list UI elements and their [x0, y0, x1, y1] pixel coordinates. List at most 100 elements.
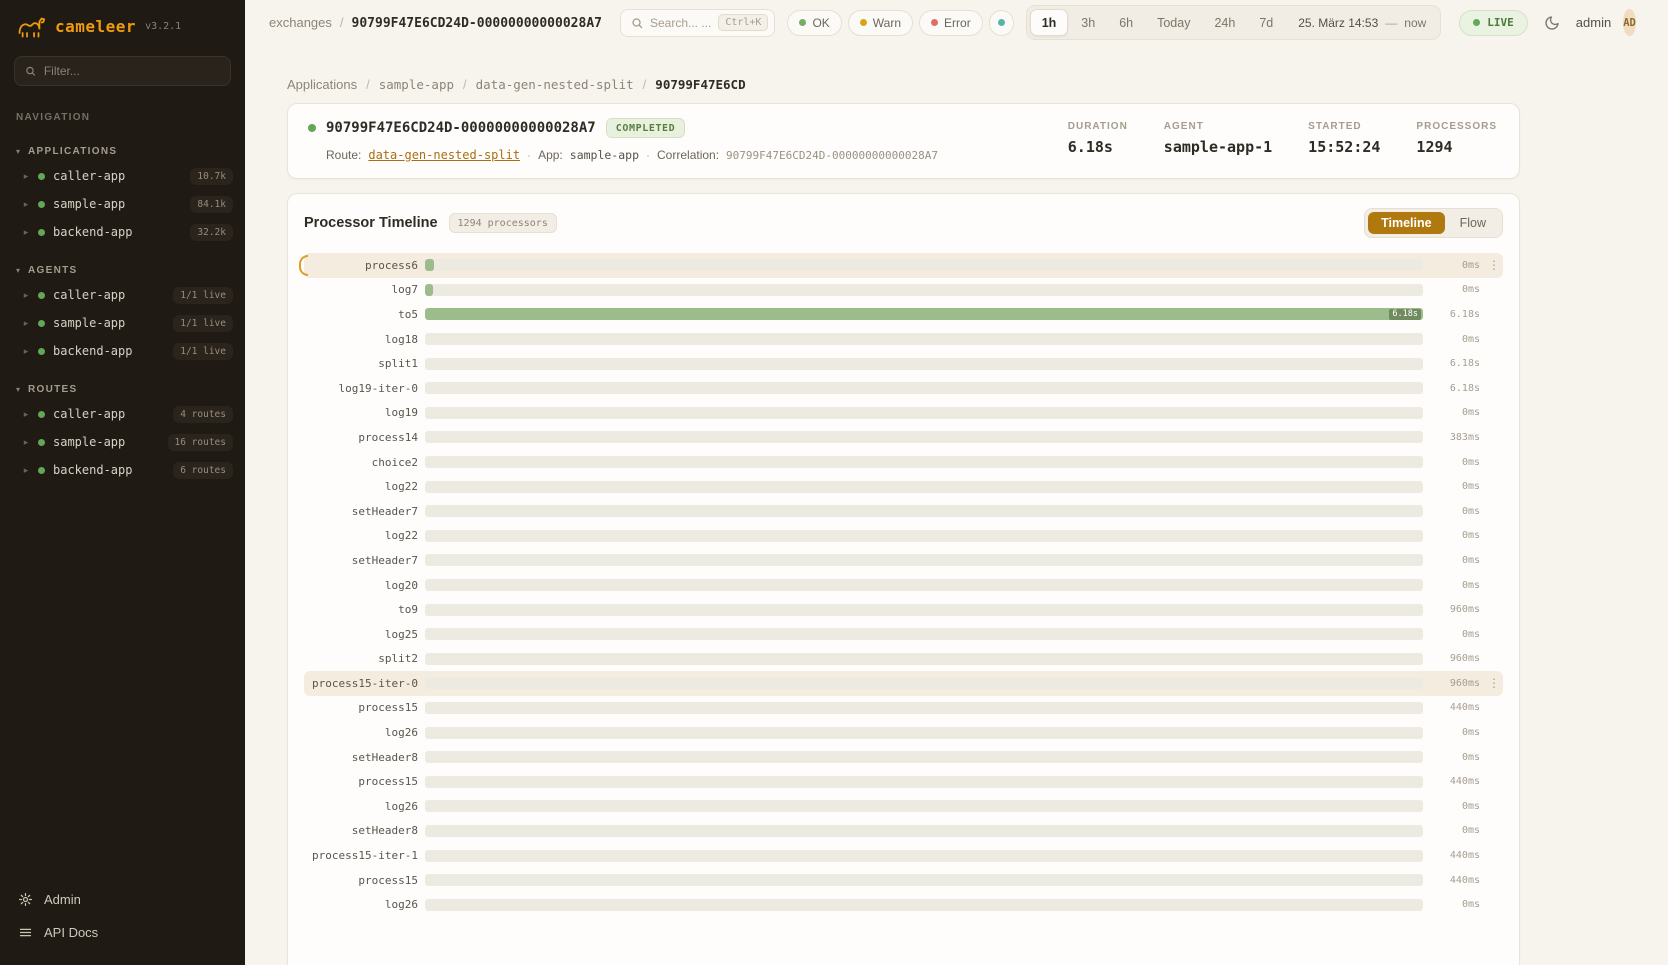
timeline-row[interactable]: setHeader80ms	[304, 819, 1503, 844]
timeline-row[interactable]: process14383ms	[304, 425, 1503, 450]
timeline-row[interactable]: process15440ms	[304, 769, 1503, 794]
sidebar-item-sample-app[interactable]: ▸sample-app16 routes	[0, 428, 245, 456]
item-label: sample-app	[53, 197, 125, 211]
timeline-row[interactable]: process15-iter-0960ms⋮	[304, 671, 1503, 696]
timeline-row[interactable]: process15440ms	[304, 696, 1503, 721]
breadcrumb-link[interactable]: Applications	[287, 77, 357, 92]
app-value: sample-app	[570, 148, 639, 162]
timeline-row[interactable]: setHeader70ms	[304, 548, 1503, 573]
view-timeline-button[interactable]: Timeline	[1368, 212, 1444, 234]
timeline-row[interactable]: log200ms	[304, 573, 1503, 598]
timeline-row[interactable]: log250ms	[304, 622, 1503, 647]
range-button-6h[interactable]: 6h	[1108, 9, 1144, 36]
theme-toggle-button[interactable]	[1540, 11, 1564, 35]
logo[interactable]: cameleer v3.2.1	[0, 0, 245, 48]
processor-name: process6	[306, 259, 418, 272]
row-menu-icon[interactable]: ⋮	[1487, 677, 1501, 689]
sidebar-item-backend-app[interactable]: ▸backend-app32.2k	[0, 218, 245, 246]
exchange-stats: DURATION6.18sAGENTsample-app-1STARTED15:…	[1068, 118, 1497, 162]
row-duration: 960ms	[1430, 653, 1480, 664]
sidebar-item-backend-app[interactable]: ▸backend-app1/1 live	[0, 337, 245, 365]
timeline-track	[425, 850, 1423, 862]
date-range[interactable]: 25. März 14:53 — now	[1298, 16, 1426, 30]
timeline-row[interactable]: choice20ms	[304, 450, 1503, 475]
breadcrumb-exchanges-link[interactable]: exchanges	[269, 15, 332, 30]
separator-dot: ·	[646, 148, 650, 162]
breadcrumb-current: 90799F47E6CD	[655, 77, 745, 92]
timeline-row[interactable]: process60ms⋮	[304, 253, 1503, 278]
stat-label: PROCESSORS	[1416, 121, 1497, 132]
nav-sections: ▾APPLICATIONS▸caller-app10.7k ▸sample-app…	[0, 127, 245, 484]
section-header-routes[interactable]: ▾ROUTES	[0, 379, 245, 400]
range-button-1h[interactable]: 1h	[1030, 9, 1069, 36]
breadcrumb-link[interactable]: data-gen-nested-split	[476, 77, 634, 92]
status-dot-icon	[38, 201, 45, 208]
content: Applications/sample-app/data-gen-nested-…	[245, 45, 1668, 965]
live-badge[interactable]: LIVE	[1459, 10, 1528, 36]
item-label: caller-app	[53, 407, 125, 421]
nav-section-applications: ▾APPLICATIONS▸caller-app10.7k▸sample-app…	[0, 141, 245, 246]
item-label: caller-app	[53, 288, 125, 302]
status-badge: COMPLETED	[606, 118, 686, 138]
timeline-row[interactable]: log180ms	[304, 327, 1503, 352]
filter-chip-color[interactable]	[989, 10, 1014, 36]
timeline-row[interactable]: log260ms	[304, 892, 1503, 917]
sidebar-item-backend-app[interactable]: ▸backend-app6 routes	[0, 456, 245, 484]
sidebar-item-caller-app[interactable]: ▸caller-app1/1 live	[0, 281, 245, 309]
processor-name: to9	[306, 603, 418, 616]
sidebar-item-caller-app[interactable]: ▸caller-app10.7k	[0, 162, 245, 190]
row-duration: 960ms	[1430, 678, 1480, 689]
sidebar-footer: Admin API Docs	[0, 875, 245, 965]
filter-chip-ok[interactable]: OK	[787, 10, 841, 36]
range-button-3h[interactable]: 3h	[1070, 9, 1106, 36]
status-dot-icon	[931, 19, 938, 26]
sidebar: cameleer v3.2.1 NAVIGATION ▾APPLICATIONS…	[0, 0, 245, 965]
timeline-row[interactable]: log260ms	[304, 794, 1503, 819]
view-flow-button[interactable]: Flow	[1447, 212, 1499, 234]
timeline-row[interactable]: log220ms	[304, 524, 1503, 549]
timeline-row[interactable]: split2960ms	[304, 647, 1503, 672]
filter-input[interactable]	[44, 64, 220, 78]
timeline-bar	[425, 259, 434, 271]
range-button-today[interactable]: Today	[1146, 9, 1201, 36]
search-input[interactable]: Search... ... Ctrl+K	[620, 9, 775, 37]
filter-chip-warn[interactable]: Warn	[848, 10, 913, 36]
timeline-row[interactable]: process15-iter-1440ms	[304, 843, 1503, 868]
range-button-7d[interactable]: 7d	[1248, 9, 1284, 36]
section-header-agents[interactable]: ▾AGENTS	[0, 260, 245, 281]
status-dot-icon	[38, 439, 45, 446]
status-dot-icon	[38, 229, 45, 236]
sidebar-item-admin[interactable]: Admin	[0, 883, 245, 916]
timeline-row[interactable]: log70ms	[304, 278, 1503, 303]
section-header-applications[interactable]: ▾APPLICATIONS	[0, 141, 245, 162]
avatar[interactable]: AD	[1623, 9, 1636, 36]
timeline-row[interactable]: to9960ms	[304, 597, 1503, 622]
app-name: cameleer	[55, 17, 136, 36]
view-toggle: TimelineFlow	[1364, 208, 1503, 238]
route-link[interactable]: data-gen-nested-split	[368, 148, 520, 162]
sidebar-item-api-docs[interactable]: API Docs	[0, 916, 245, 949]
moon-icon	[1544, 15, 1560, 31]
timeline-row[interactable]: setHeader80ms	[304, 745, 1503, 770]
timeline-track	[425, 407, 1423, 419]
search-placeholder: Search... ...	[650, 16, 711, 30]
item-badge: 10.7k	[190, 168, 233, 185]
timeline-row[interactable]: split16.18s	[304, 351, 1503, 376]
range-button-24h[interactable]: 24h	[1203, 9, 1246, 36]
timeline-row[interactable]: setHeader70ms	[304, 499, 1503, 524]
item-badge: 84.1k	[190, 196, 233, 213]
timeline-row[interactable]: log220ms	[304, 474, 1503, 499]
timeline-row[interactable]: log19-iter-06.18s	[304, 376, 1503, 401]
timeline-track	[425, 554, 1423, 566]
timeline-row[interactable]: process15440ms	[304, 868, 1503, 893]
row-duration: 0ms	[1430, 752, 1480, 763]
breadcrumb-link[interactable]: sample-app	[379, 77, 454, 92]
sidebar-item-caller-app[interactable]: ▸caller-app4 routes	[0, 400, 245, 428]
filter-chip-error[interactable]: Error	[919, 10, 983, 36]
timeline-row[interactable]: to56.18s6.18s	[304, 302, 1503, 327]
sidebar-item-sample-app[interactable]: ▸sample-app1/1 live	[0, 309, 245, 337]
timeline-row[interactable]: log260ms	[304, 720, 1503, 745]
timeline-row[interactable]: log190ms	[304, 401, 1503, 426]
row-menu-icon[interactable]: ⋮	[1487, 259, 1501, 271]
sidebar-item-sample-app[interactable]: ▸sample-app84.1k	[0, 190, 245, 218]
